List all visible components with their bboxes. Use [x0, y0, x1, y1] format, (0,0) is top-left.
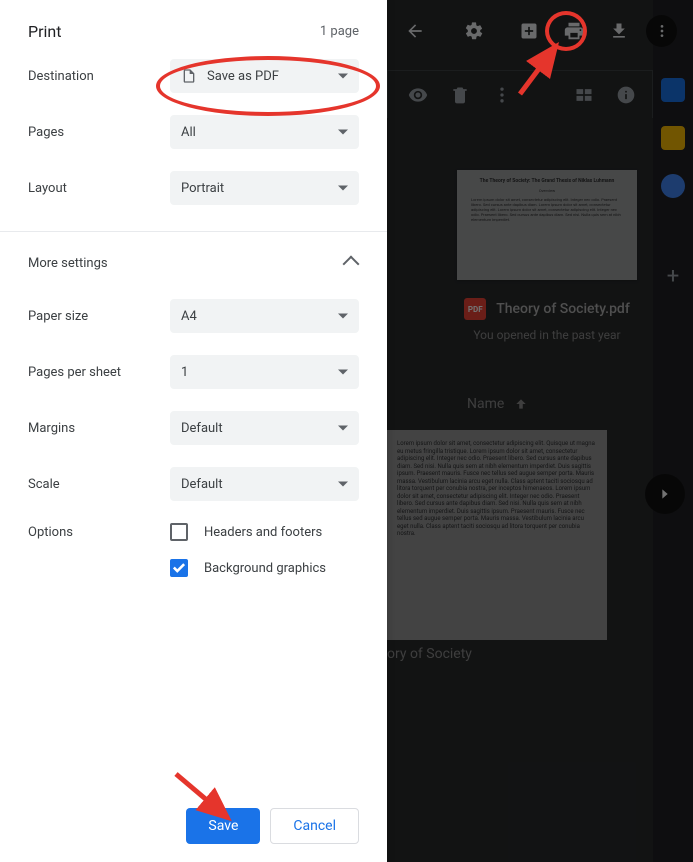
doc-title: Theory of Society.pdf	[496, 301, 630, 317]
doc-thumbnail: The Theory of Society: The Grand Thesis …	[457, 170, 637, 280]
chevron-down-icon	[338, 314, 348, 319]
sort-label: Name	[467, 396, 504, 412]
layout-value: Portrait	[181, 181, 224, 196]
info-icon[interactable]	[616, 85, 636, 105]
scale-value: Default	[181, 477, 223, 492]
pages-per-sheet-select[interactable]: 1	[170, 355, 359, 389]
checkbox-checked-icon	[170, 559, 188, 577]
arrow-up-icon	[514, 397, 528, 411]
margins-select[interactable]: Default	[170, 411, 359, 445]
side-panel-strip: +	[653, 0, 693, 862]
options-label: Options	[28, 523, 170, 540]
open-info: You opened in the past year	[407, 328, 687, 342]
divider	[0, 231, 387, 232]
more-vert-icon[interactable]	[492, 85, 512, 105]
checkbox-empty-icon	[170, 523, 188, 541]
scale-select[interactable]: Default	[170, 467, 359, 501]
chevron-up-icon	[343, 255, 360, 272]
grid-view-icon[interactable]	[574, 85, 594, 105]
trash-icon[interactable]	[450, 85, 470, 105]
paper-size-select[interactable]: A4	[170, 299, 359, 333]
more-settings-label: More settings	[28, 256, 108, 271]
keep-icon[interactable]	[661, 126, 685, 150]
save-button[interactable]: Save	[186, 808, 260, 844]
dialog-title: Print	[28, 22, 61, 41]
page-count: 1 page	[320, 24, 359, 39]
pages-value: All	[181, 125, 196, 140]
next-fab[interactable]	[645, 474, 685, 514]
margins-label: Margins	[28, 421, 170, 436]
pages-label: Pages	[28, 125, 170, 140]
pages-per-sheet-label: Pages per sheet	[28, 365, 170, 380]
print-icon[interactable]	[556, 13, 591, 49]
chevron-down-icon	[338, 426, 348, 431]
chevron-down-icon	[338, 186, 348, 191]
headers-footers-label: Headers and footers	[204, 525, 322, 540]
pages-per-sheet-value: 1	[181, 365, 188, 380]
doc-card: The Theory of Society: The Grand Thesis …	[407, 170, 687, 342]
sort-header[interactable]: Name	[467, 396, 528, 412]
document-icon	[181, 66, 197, 86]
background-graphics-label: Background graphics	[204, 561, 326, 576]
layout-label: Layout	[28, 181, 170, 196]
dialog-footer: Save Cancel	[0, 790, 387, 862]
back-icon[interactable]	[403, 19, 426, 43]
layout-select[interactable]: Portrait	[170, 171, 359, 205]
add-to-drive-icon[interactable]	[517, 19, 540, 43]
gear-icon[interactable]	[462, 19, 485, 43]
scale-label: Scale	[28, 477, 170, 492]
pages-select[interactable]: All	[170, 115, 359, 149]
more-menu-icon[interactable]	[646, 15, 677, 47]
margins-value: Default	[181, 421, 223, 436]
doc-name-row: ory of Society	[387, 646, 472, 662]
preview-area: + The Theory of Society: The Grand Thesi…	[387, 0, 693, 862]
calendar-icon[interactable]	[661, 78, 685, 102]
page-preview: Lorem ipsum dolor sit amet, consectetur …	[387, 430, 607, 640]
pdf-badge-icon: PDF	[464, 298, 486, 320]
destination-label: Destination	[28, 69, 170, 84]
chevron-down-icon	[338, 370, 348, 375]
chevron-down-icon	[338, 74, 348, 79]
cancel-button[interactable]: Cancel	[270, 808, 359, 844]
background-graphics-checkbox[interactable]: Background graphics	[170, 559, 359, 577]
visibility-icon[interactable]	[408, 85, 428, 105]
destination-select[interactable]: Save as PDF	[170, 59, 359, 93]
doc-toolbar	[387, 70, 653, 118]
print-dialog: Print 1 page Destination Save as PDF Pag…	[0, 0, 387, 862]
destination-value: Save as PDF	[207, 69, 279, 84]
download-icon[interactable]	[607, 19, 630, 43]
paper-size-value: A4	[181, 309, 197, 324]
paper-size-label: Paper size	[28, 309, 170, 324]
chevron-down-icon	[338, 130, 348, 135]
chevron-down-icon	[338, 482, 348, 487]
headers-footers-checkbox[interactable]: Headers and footers	[170, 523, 359, 541]
more-settings-toggle[interactable]: More settings	[0, 256, 387, 271]
